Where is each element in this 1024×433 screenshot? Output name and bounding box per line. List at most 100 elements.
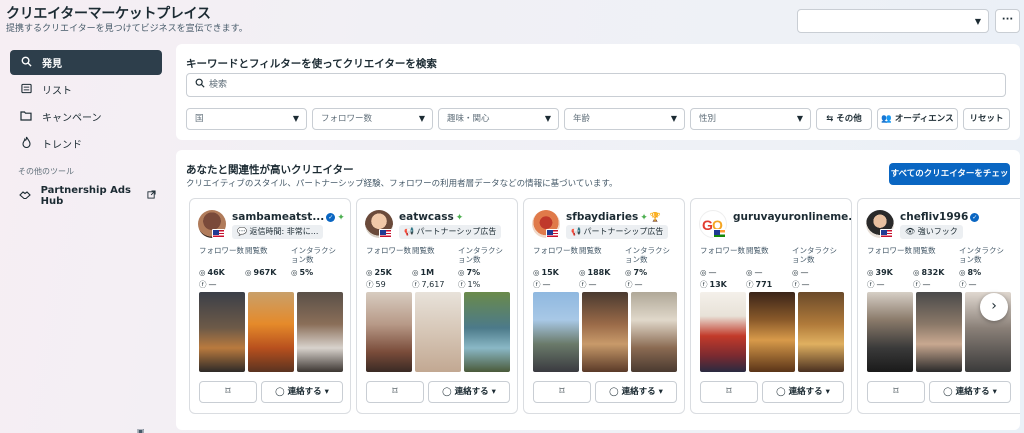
page-subtitle: 提携するクリエイターを見つけてビジネスを宣伝できます。 — [6, 24, 248, 34]
account-select[interactable]: ▼ — [797, 9, 989, 33]
external-link-icon — [147, 189, 156, 202]
stat-value: 832K — [921, 268, 945, 277]
creator-name[interactable]: eatwcass ✦ — [399, 211, 463, 223]
caret-down-icon: ▼ — [974, 17, 981, 26]
panel-toggle-icon[interactable]: ▣ — [137, 427, 145, 433]
results-title: あなたと関連性が高いクリエイター — [186, 164, 354, 176]
stat-value: — — [708, 268, 717, 277]
sidebar-item-discover[interactable]: 発見 — [10, 50, 162, 75]
creator-badge: 👁 強いフック — [900, 225, 963, 239]
stat-value: — — [922, 280, 931, 289]
sidebar-item-campaigns[interactable]: キャンペーン — [10, 104, 162, 129]
content-thumbnail[interactable] — [700, 292, 746, 372]
audience-button[interactable]: 👥 オーディエンス — [877, 108, 958, 130]
stat-value: 8% — [967, 268, 982, 277]
creator-name[interactable]: guruvayuronlineme... — [733, 211, 852, 223]
content-thumbnail[interactable] — [415, 292, 461, 372]
stat-value: 188K — [587, 268, 611, 277]
content-thumbnail[interactable] — [582, 292, 628, 372]
filter-label: 性別 — [699, 114, 717, 124]
content-thumbnail[interactable] — [631, 292, 677, 372]
sidebar-item-label: 発見 — [42, 59, 62, 70]
stat-value: 7% — [466, 268, 481, 277]
search-icon — [195, 78, 205, 91]
stat-value: — — [208, 280, 217, 289]
contact-button[interactable]: ◯ 連絡する ▾ — [261, 381, 343, 403]
content-thumbnail[interactable] — [867, 292, 913, 372]
stat-label-views: 閲覧数 — [412, 246, 435, 255]
button-label: 連絡する — [621, 387, 656, 397]
results-subtitle: クリエイティブのスタイル、パートナーシップ経験、フォロワーの利用者層データなどの… — [186, 179, 618, 189]
save-to-list-button[interactable]: ⌑ — [700, 381, 758, 403]
contact-button[interactable]: ◯ 連絡する ▾ — [929, 381, 1011, 403]
content-thumbnail[interactable] — [533, 292, 579, 372]
ig-interaction: ◎ 7% — [625, 268, 647, 277]
button-label: リセット — [969, 114, 1004, 124]
content-thumbnail[interactable] — [297, 292, 343, 372]
ig-views: ◎ 967K — [245, 268, 276, 277]
content-thumbnails — [366, 292, 511, 372]
stat-label-followers: フォロワー数 — [867, 246, 912, 255]
instagram-icon: ◎ — [700, 268, 707, 277]
content-thumbnail[interactable] — [749, 292, 795, 372]
sidebar-item-list[interactable]: リスト — [10, 77, 162, 102]
contact-button[interactable]: ◯ 連絡する ▾ — [762, 381, 844, 403]
facebook-icon: ⓕ — [199, 280, 207, 289]
contact-button[interactable]: ◯ 連絡する ▾ — [428, 381, 510, 403]
sparkle-icon: ✦ — [337, 213, 345, 223]
creator-name[interactable]: sambameatst... ✓ ✦ — [232, 211, 345, 223]
reset-button[interactable]: リセット — [963, 108, 1010, 130]
more-options-button[interactable]: ··· — [995, 9, 1020, 33]
content-thumbnail[interactable] — [248, 292, 294, 372]
creator-card[interactable]: sfbaydiaries ✦ 🏆 📢 パートナーシップ広告 フォロワー数 閲覧数 イ… — [523, 198, 685, 414]
content-thumbnails — [199, 292, 344, 372]
see-all-creators-button[interactable]: すべてのクリエイターをチェック — [889, 163, 1010, 201]
content-thumbnail[interactable] — [798, 292, 844, 372]
filter-gender[interactable]: 性別 ▼ — [690, 108, 811, 130]
button-label: オーディエンス — [894, 114, 954, 124]
creator-name[interactable]: sfbaydiaries ✦ 🏆 — [566, 211, 661, 223]
creator-name[interactable]: chefliv1996 ✓ — [900, 211, 980, 223]
content-thumbnail[interactable] — [366, 292, 412, 372]
sidebar-item-label: Partnership Ads Hub — [40, 184, 131, 207]
sidebar-item-partnership-ads-hub[interactable]: Partnership Ads Hub — [10, 183, 162, 208]
megaphone-icon: 📢 — [571, 227, 581, 236]
other-filters-button[interactable]: ⇆ その他 — [816, 108, 872, 130]
filter-country[interactable]: 国 ▼ — [186, 108, 307, 130]
creator-name-text: guruvayuronlineme... — [733, 211, 852, 223]
sidebar-item-trends[interactable]: トレンド — [10, 131, 162, 156]
bookmark-icon: ⌑ — [559, 386, 565, 397]
eye-icon: 👁 — [905, 227, 916, 236]
sparkle-icon: ✦ — [640, 213, 648, 223]
filter-followers[interactable]: フォロワー数 ▼ — [312, 108, 433, 130]
save-to-list-button[interactable]: ⌑ — [366, 381, 424, 403]
instagram-icon: ◎ — [913, 268, 920, 277]
search-input[interactable] — [209, 77, 989, 93]
fb-followers: ⓕ — — [867, 279, 885, 290]
facebook-icon: ⓕ — [458, 280, 466, 289]
trend-icon — [18, 136, 34, 151]
save-to-list-button[interactable]: ⌑ — [199, 381, 257, 403]
content-thumbnail[interactable] — [916, 292, 962, 372]
list-icon — [18, 83, 34, 97]
filter-label: フォロワー数 — [321, 114, 373, 124]
creator-card[interactable]: GO guruvayuronlineme... フォロワー数 閲覧数 インタラク… — [690, 198, 852, 414]
stat-value: 7% — [633, 268, 648, 277]
contact-button[interactable]: ◯ 連絡する ▾ — [595, 381, 677, 403]
content-thumbnail[interactable] — [199, 292, 245, 372]
sidebar-group-label: その他のツール — [18, 167, 74, 176]
creator-badge: 📢 パートナーシップ広告 — [399, 225, 502, 239]
creator-card[interactable]: eatwcass ✦ 📢 パートナーシップ広告 フォロワー数 閲覧数 インタラクシ… — [356, 198, 518, 414]
carousel-next-button[interactable]: › — [980, 293, 1008, 321]
facebook-icon: ⓕ — [366, 280, 374, 289]
content-thumbnail[interactable] — [464, 292, 510, 372]
creator-card[interactable]: sambameatst... ✓ ✦ 💬 返信時間: 非常に... フォロワー数 閲… — [189, 198, 351, 414]
save-to-list-button[interactable]: ⌑ — [533, 381, 591, 403]
filter-interests[interactable]: 趣味・関心 ▼ — [438, 108, 559, 130]
stat-value: — — [588, 280, 597, 289]
stat-label-followers: フォロワー数 — [700, 246, 745, 255]
ig-followers: ◎ 46K — [199, 268, 225, 277]
filter-age[interactable]: 年齢 ▼ — [564, 108, 685, 130]
save-to-list-button[interactable]: ⌑ — [867, 381, 925, 403]
instagram-icon: ◎ — [579, 268, 586, 277]
